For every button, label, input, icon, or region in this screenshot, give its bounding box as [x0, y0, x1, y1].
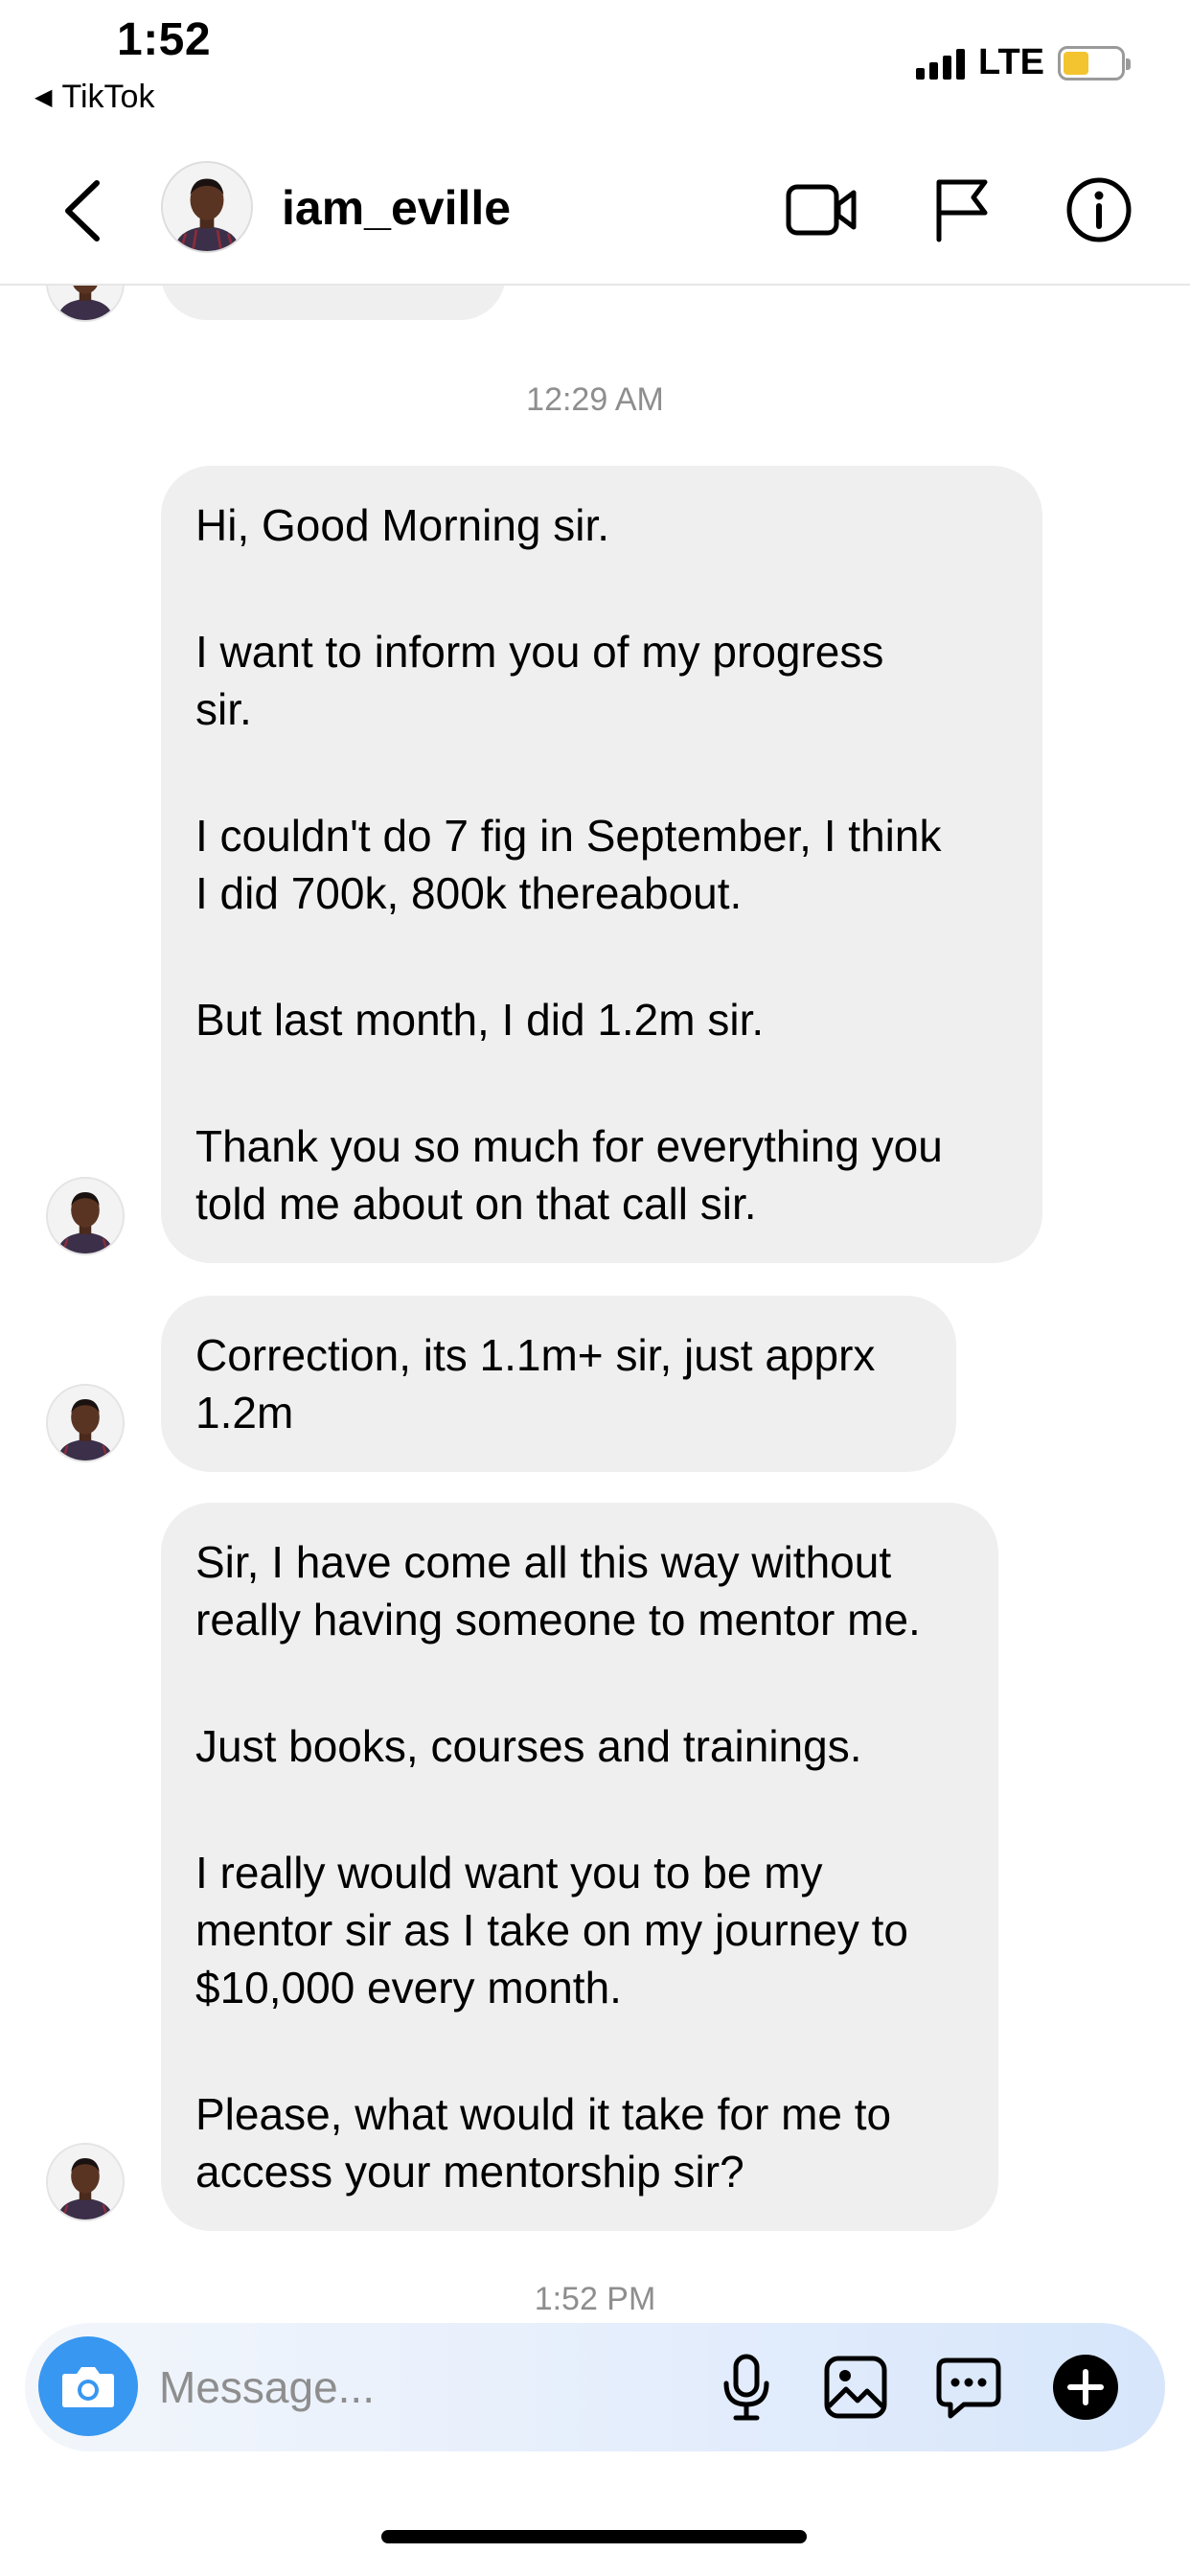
camera-icon: [62, 2367, 114, 2407]
message-text: But last month, I did 1.2m sir.: [195, 995, 765, 1045]
home-indicator[interactable]: [381, 2530, 807, 2543]
gallery-button[interactable]: [814, 2346, 897, 2428]
info-button[interactable]: [1058, 169, 1140, 251]
username[interactable]: iam_eville: [282, 180, 511, 236]
network-type: LTE: [978, 42, 1044, 82]
status-bar: 1:52 ◀ TikTok LTE: [0, 0, 1190, 134]
message-thread[interactable]: 12:29 AM Hi, Good Morning sir. I want to…: [0, 286, 1190, 2321]
image-icon: [824, 2356, 887, 2419]
more-options-button[interactable]: [1044, 2346, 1127, 2428]
voice-message-button[interactable]: [705, 2346, 788, 2428]
plus-icon: [1053, 2355, 1118, 2420]
message-text: Just books, courses and trainings.: [195, 1721, 862, 1771]
status-time: 1:52: [117, 14, 212, 65]
back-to-app-link[interactable]: ◀ TikTok: [34, 79, 154, 116]
camera-button[interactable]: [38, 2336, 138, 2436]
message-timestamp: 12:29 AM: [526, 381, 664, 418]
sticker-button[interactable]: [927, 2346, 1010, 2428]
video-call-icon: [786, 184, 857, 236]
previous-message-bubble[interactable]: [161, 286, 506, 320]
message-bubble[interactable]: Hi, Good Morning sir. I want to inform y…: [161, 466, 1042, 1263]
back-triangle-icon: ◀: [34, 84, 53, 110]
message-timestamp: 1:52 PM: [534, 2281, 656, 2317]
message-text: Please, what would it take for me to acc…: [195, 2089, 892, 2196]
avatar[interactable]: [46, 1177, 125, 1255]
video-call-button[interactable]: [780, 169, 862, 251]
back-app-label: TikTok: [61, 79, 155, 115]
avatar[interactable]: [46, 2143, 125, 2221]
chevron-left-icon: [65, 180, 100, 242]
microphone-icon: [723, 2354, 769, 2421]
info-icon: [1066, 177, 1132, 242]
message-text: I want to inform you of my progress sir.: [195, 627, 884, 734]
avatar[interactable]: [46, 1384, 125, 1462]
message-text: Hi, Good Morning sir.: [195, 500, 610, 550]
chat-header: iam_eville: [0, 134, 1190, 286]
message-input[interactable]: [159, 2352, 696, 2423]
message-text: Correction, its 1.1m+ sir, just apprx 1.…: [195, 1330, 876, 1438]
avatar[interactable]: [161, 161, 253, 253]
avatar[interactable]: [46, 286, 125, 322]
message-bubble[interactable]: Correction, its 1.1m+ sir, just apprx 1.…: [161, 1296, 956, 1472]
flag-icon: [936, 179, 988, 242]
message-text: Sir, I have come all this way without re…: [195, 1537, 921, 1644]
sticker-icon: [936, 2358, 1001, 2419]
message-text: Thank you so much for everything you tol…: [195, 1121, 943, 1229]
status-indicators: LTE: [916, 42, 1131, 83]
message-text: I couldn't do 7 fig in September, I thin…: [195, 811, 942, 918]
battery-icon: [1058, 45, 1131, 80]
back-button[interactable]: [48, 172, 115, 249]
message-text: I really would want you to be my mentor …: [195, 1848, 908, 2012]
cellular-signal-icon: [916, 47, 966, 80]
message-bubble[interactable]: Sir, I have come all this way without re…: [161, 1503, 998, 2231]
message-composer: [25, 2323, 1165, 2451]
report-button[interactable]: [920, 169, 1002, 251]
